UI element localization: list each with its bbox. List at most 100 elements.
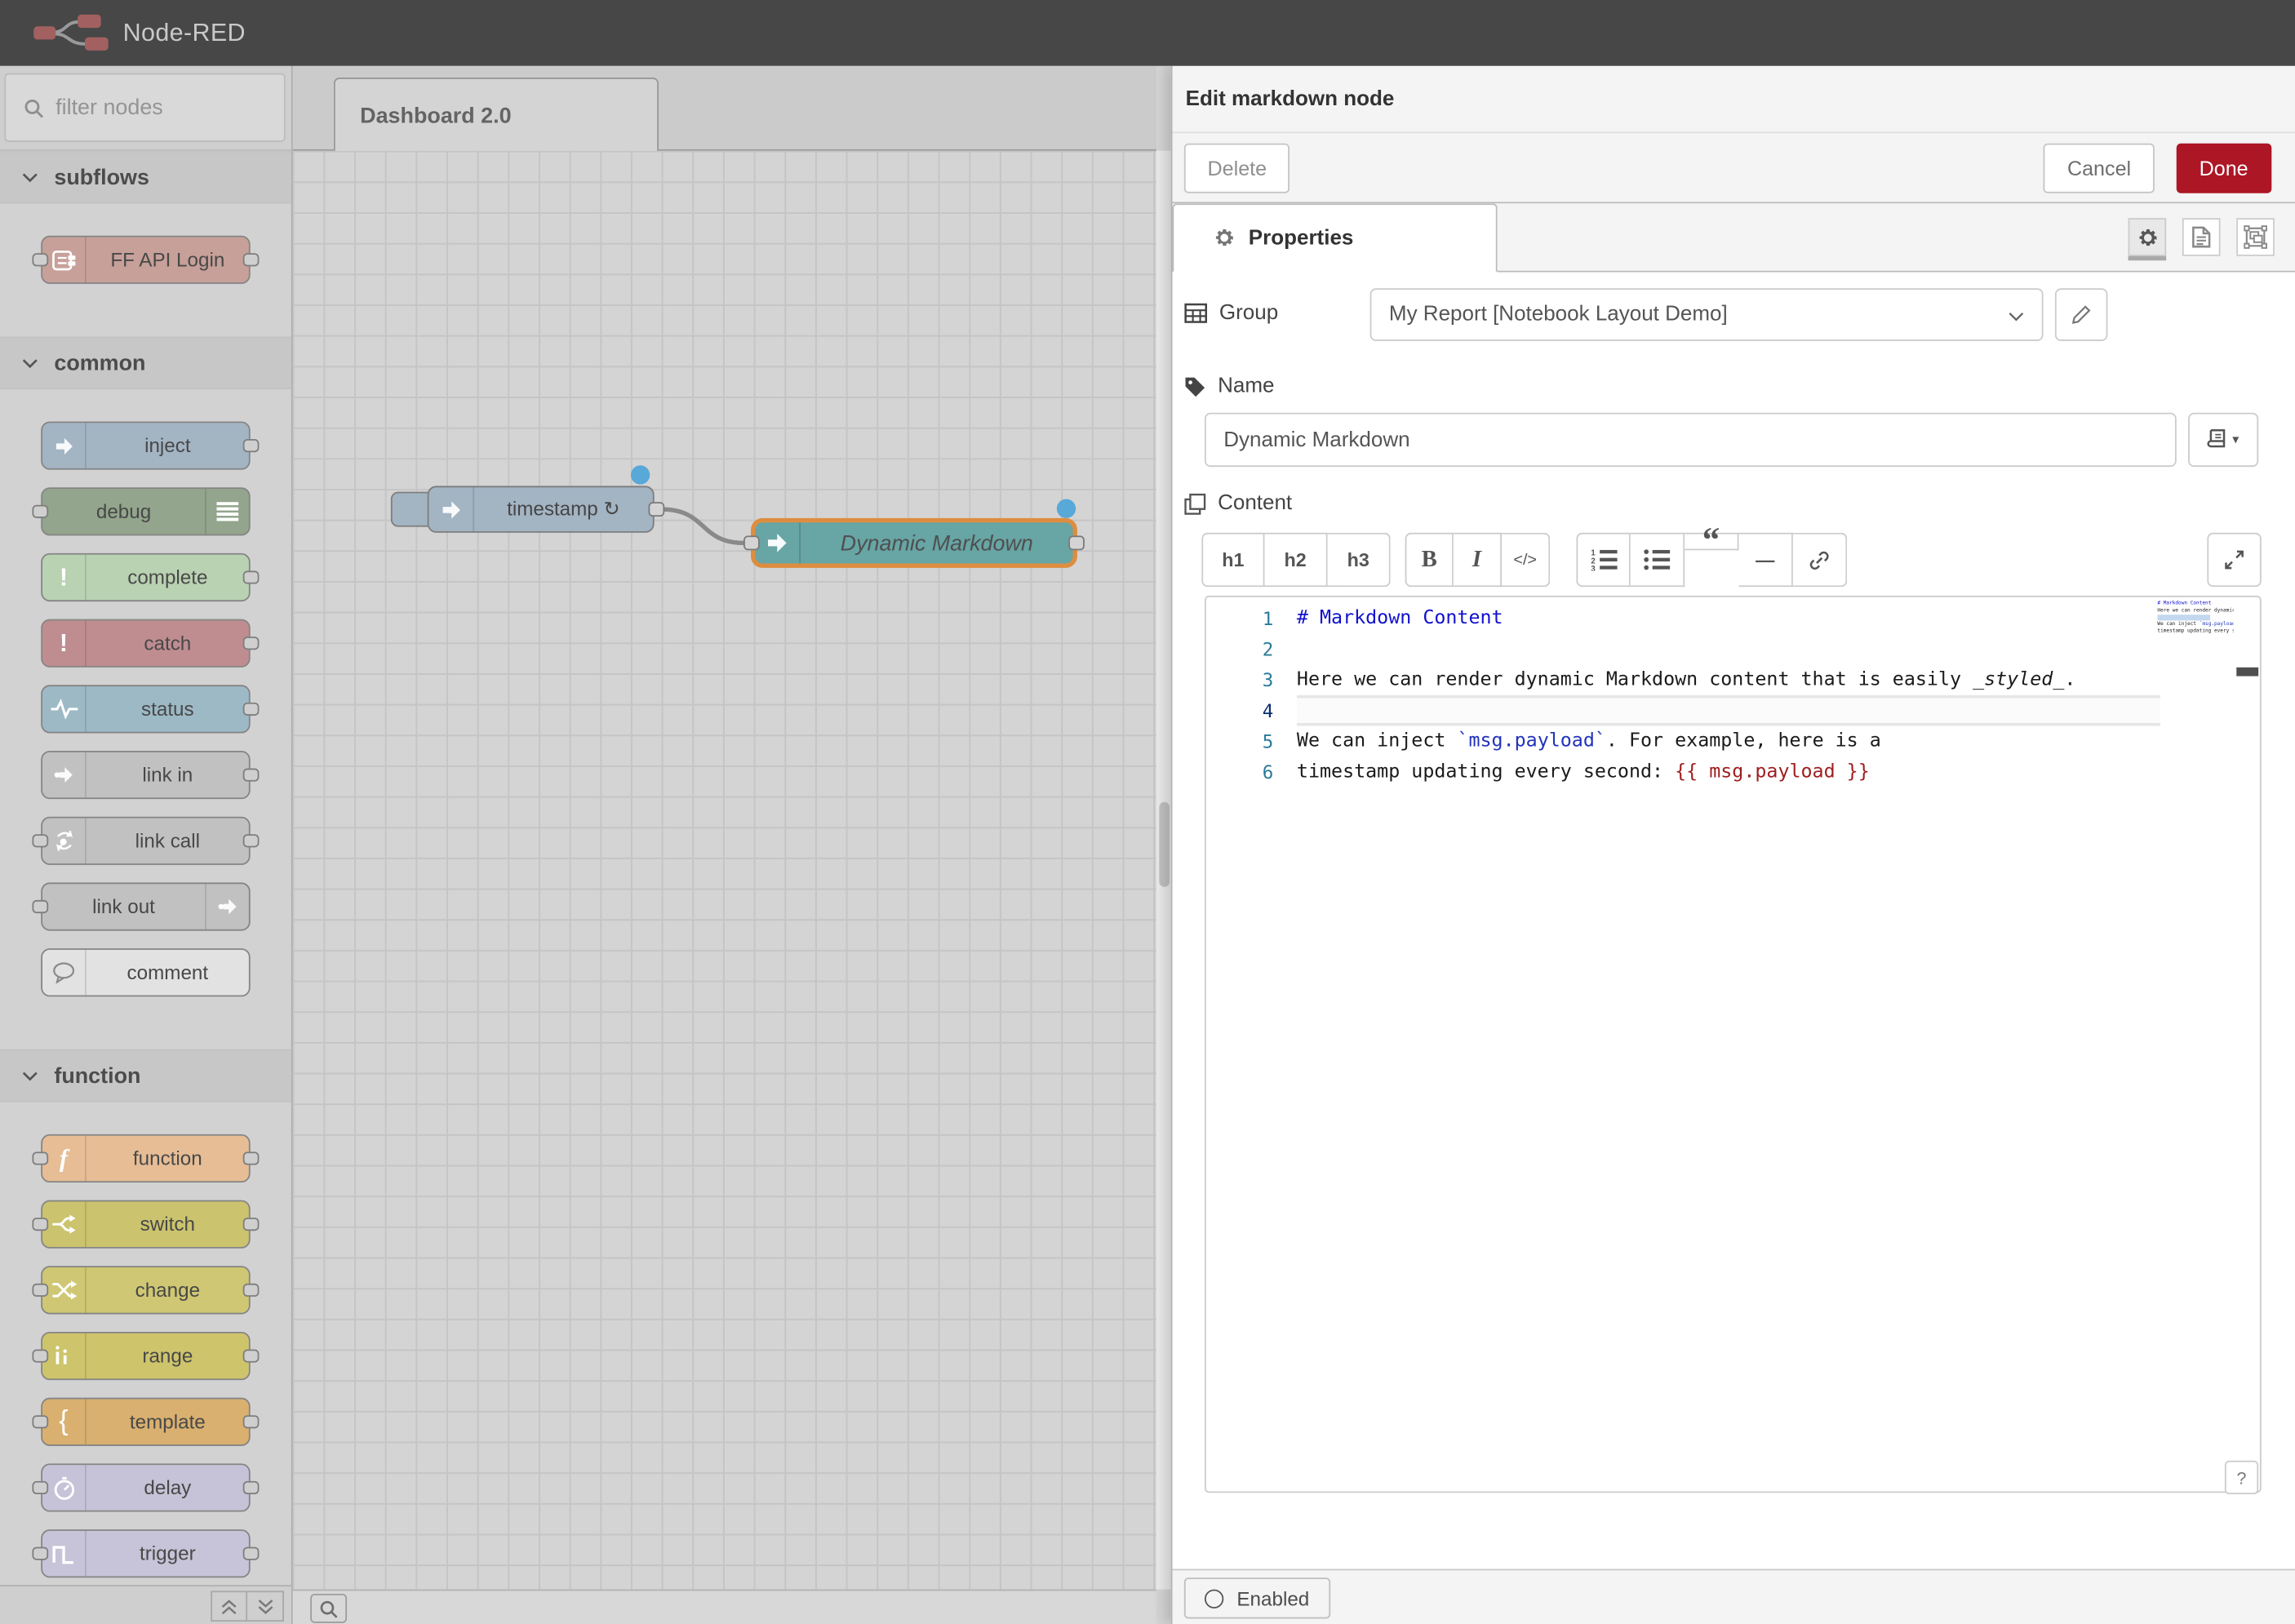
- exclamation-icon: !: [42, 555, 87, 601]
- tray-header: Edit markdown node: [1172, 66, 2295, 133]
- tray-title: Edit markdown node: [1186, 87, 1395, 111]
- cancel-button[interactable]: Cancel: [2044, 144, 2155, 193]
- appearance-view-button[interactable]: [2236, 218, 2275, 256]
- palette-node-ff-api-login[interactable]: FF API Login: [41, 236, 250, 284]
- name-type-button[interactable]: ▾: [2188, 413, 2258, 467]
- palette-sections: subflowsFF API Logincommoninjectdebug!co…: [0, 151, 291, 1586]
- palette-node-delay[interactable]: delay: [41, 1463, 250, 1511]
- minimap-line: timestamp updating every second: {{ msg.…: [2157, 628, 2233, 636]
- palette-category-subflows[interactable]: subflows: [0, 151, 291, 204]
- line-number: 6: [1206, 757, 1297, 788]
- horizontal-rule-button[interactable]: —: [1739, 533, 1793, 587]
- palette-node-label: link out: [42, 884, 205, 930]
- tab-properties[interactable]: Properties: [1172, 203, 1497, 272]
- palette-node-status[interactable]: status: [41, 685, 250, 733]
- canvas-vertical-scrollbar[interactable]: [1156, 151, 1171, 1590]
- heading2-button[interactable]: h2: [1264, 533, 1327, 587]
- name-input[interactable]: [1205, 413, 2177, 467]
- palette-node-label: inject: [87, 423, 249, 468]
- workspace-tab-dashboard[interactable]: Dashboard 2.0: [334, 78, 659, 152]
- double-chevron-down-icon: [255, 1597, 274, 1615]
- flow-node-dynamic-markdown[interactable]: Dynamic Markdown: [751, 518, 1077, 568]
- gear-icon: [2136, 226, 2158, 248]
- minimap-line: # Markdown Content: [2157, 600, 2233, 607]
- palette-search[interactable]: [4, 73, 285, 142]
- palette-category-label: common: [54, 351, 145, 375]
- bold-button[interactable]: B: [1405, 533, 1454, 587]
- palette-node-link-in[interactable]: link in: [41, 751, 250, 799]
- palette-node-function[interactable]: ffunction: [41, 1134, 250, 1183]
- output-port: [243, 439, 260, 452]
- editor-minimap[interactable]: # Markdown ContentHere we can render dyn…: [2157, 600, 2233, 659]
- scrollbar-thumb[interactable]: [1158, 802, 1169, 887]
- input-port: [32, 1415, 48, 1428]
- expand-editor-button[interactable]: [2207, 533, 2261, 587]
- brace-icon: {: [42, 1399, 87, 1444]
- editor-code[interactable]: # Markdown ContentHere we can render dyn…: [1297, 603, 2158, 788]
- palette-node-label: switch: [87, 1201, 249, 1247]
- input-port: [32, 1349, 48, 1362]
- edit-group-button[interactable]: [2055, 288, 2108, 341]
- input-port[interactable]: [744, 535, 760, 550]
- palette-node-comment[interactable]: comment: [41, 948, 250, 996]
- unordered-list-button[interactable]: [1631, 533, 1685, 587]
- palette-node-range[interactable]: range: [41, 1332, 250, 1380]
- palette-node-complete[interactable]: !complete: [41, 553, 250, 601]
- group-select[interactable]: My Report [Notebook Layout Demo]: [1370, 288, 2044, 341]
- palette-node-link-out[interactable]: link out: [41, 882, 250, 930]
- output-port: [243, 1349, 260, 1362]
- delete-button[interactable]: Delete: [1184, 144, 1290, 193]
- palette-node-inject[interactable]: inject: [41, 421, 250, 469]
- clone-icon: [1184, 492, 1206, 514]
- palette-filter-strip: [0, 66, 291, 151]
- flow-canvas[interactable]: Dashboard 2.0 timestamp ↻ Dynamic Markdo…: [293, 66, 1156, 1624]
- workspace-tabbar: Dashboard 2.0: [293, 66, 1156, 151]
- markdown-toolbar: h1 h2 h3 B I </> 1 2 3: [1172, 533, 2295, 587]
- flow-node-timestamp[interactable]: timestamp ↻: [428, 486, 655, 532]
- done-button[interactable]: Done: [2176, 144, 2271, 193]
- link-button[interactable]: [1793, 533, 1847, 587]
- output-port: [243, 703, 260, 716]
- code-button[interactable]: </>: [1502, 533, 1550, 587]
- flow-grid[interactable]: timestamp ↻ Dynamic Markdown: [293, 151, 1156, 1590]
- input-port: [32, 900, 48, 913]
- palette-node-catch[interactable]: !catch: [41, 619, 250, 668]
- output-port[interactable]: [648, 502, 664, 517]
- italic-button[interactable]: I: [1454, 533, 1502, 587]
- palette-search-input[interactable]: [55, 95, 260, 120]
- output-port[interactable]: [1068, 535, 1085, 550]
- palette-node-template[interactable]: {template: [41, 1398, 250, 1446]
- line-number: 1: [1206, 603, 1297, 634]
- book-icon: [2208, 428, 2226, 450]
- palette-node-link-call[interactable]: link call: [41, 817, 250, 865]
- palette-node-trigger[interactable]: trigger: [41, 1529, 250, 1577]
- palette-node-change[interactable]: change: [41, 1266, 250, 1314]
- exclamation-icon: !: [42, 620, 87, 666]
- app-title: Node-RED: [123, 18, 246, 47]
- palette-footer: [0, 1585, 291, 1624]
- link-call-icon: [42, 818, 87, 863]
- search-icon: [319, 1599, 338, 1617]
- palette-category-common[interactable]: common: [0, 336, 291, 389]
- palette-node-debug[interactable]: debug: [41, 487, 250, 535]
- heading3-button[interactable]: h3: [1328, 533, 1391, 587]
- properties-view-button[interactable]: [2129, 218, 2167, 256]
- markdown-code-editor[interactable]: 123456 # Markdown ContentHere we can ren…: [1205, 596, 2262, 1493]
- heading1-button[interactable]: h1: [1201, 533, 1264, 587]
- code-line-1: # Markdown Content: [1297, 603, 2158, 634]
- table-icon: [1184, 303, 1208, 323]
- palette-category-label: subflows: [54, 165, 149, 189]
- double-chevron-up-icon: [220, 1597, 238, 1615]
- palette-node-switch[interactable]: switch: [41, 1200, 250, 1249]
- collapse-all-button[interactable]: [211, 1591, 247, 1622]
- canvas-search-button[interactable]: [310, 1594, 347, 1623]
- ordered-list-button[interactable]: 1 2 3: [1576, 533, 1630, 587]
- expand-all-button[interactable]: [247, 1591, 284, 1622]
- object-group-icon: [2244, 225, 2267, 249]
- description-view-button[interactable]: [2182, 218, 2221, 256]
- enabled-toggle-button[interactable]: Enabled: [1184, 1577, 1330, 1618]
- editor-help-button[interactable]: ?: [2225, 1461, 2258, 1494]
- palette-node-label: range: [87, 1333, 249, 1379]
- blockquote-button[interactable]: “: [1685, 533, 1738, 551]
- palette-category-function[interactable]: function: [0, 1049, 291, 1103]
